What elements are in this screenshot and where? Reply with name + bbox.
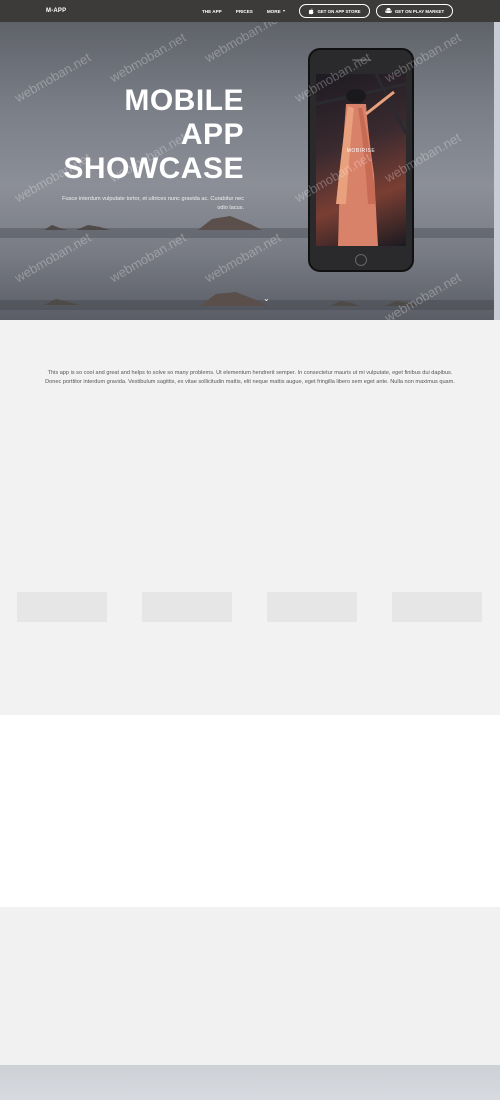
phone-screen-image: MOBIRISE xyxy=(316,74,406,246)
phone-home-button xyxy=(355,254,367,266)
nav-link-more-label: MORE xyxy=(266,8,281,14)
hero-title: MOBILE APP SHOWCASE xyxy=(40,84,244,186)
play-market-button[interactable]: GET ON PLAY MARKET xyxy=(376,4,453,18)
hero-title-line2: APP xyxy=(180,118,244,151)
navbar: M-APP THE APP PRICES MORE GET ON APP STO… xyxy=(0,0,500,22)
hero-title-line3: SHOWCASE xyxy=(63,152,244,185)
nav-links: THE APP PRICES MORE xyxy=(202,0,285,22)
nav-link-more[interactable]: MORE xyxy=(267,9,285,14)
footer-image-section xyxy=(0,1065,500,1100)
feature-thumbnail xyxy=(267,592,357,622)
scroll-down-icon[interactable]: ⌄ xyxy=(263,294,270,303)
app-store-label: GET ON APP STORE xyxy=(317,8,361,14)
hero-title-line1: MOBILE xyxy=(124,84,244,117)
feature-thumbnail xyxy=(142,592,232,622)
hero-subtitle: Fusce interdum vulputate tortor, et ultr… xyxy=(62,196,244,211)
caret-down-icon xyxy=(282,10,285,12)
phone-mockup: MOBIRISE xyxy=(308,48,414,272)
play-market-label: GET ON PLAY MARKET xyxy=(394,8,445,14)
apple-icon xyxy=(309,8,314,14)
hero-scrollbar[interactable] xyxy=(494,22,500,320)
app-store-button[interactable]: GET ON APP STORE xyxy=(299,4,370,18)
features-section xyxy=(0,715,500,907)
intro-section: This app is so cool and great and helps … xyxy=(0,320,500,715)
android-icon xyxy=(385,8,392,13)
phone-screen-label: MOBIRISE xyxy=(346,148,376,154)
nav-link-prices[interactable]: PRICES xyxy=(236,9,253,14)
phone-speaker xyxy=(352,59,370,61)
phone-screen-photo xyxy=(316,74,406,246)
testimonials-section xyxy=(0,907,500,1065)
intro-text: This app is so cool and great and helps … xyxy=(45,370,455,385)
hero-section: MOBILE APP SHOWCASE Fusce interdum vulpu… xyxy=(0,22,500,320)
feature-thumbnail xyxy=(392,592,482,622)
nav-link-the-app[interactable]: THE APP xyxy=(202,9,222,14)
feature-thumbnail xyxy=(17,592,107,622)
logo[interactable]: M-APP xyxy=(46,8,66,14)
